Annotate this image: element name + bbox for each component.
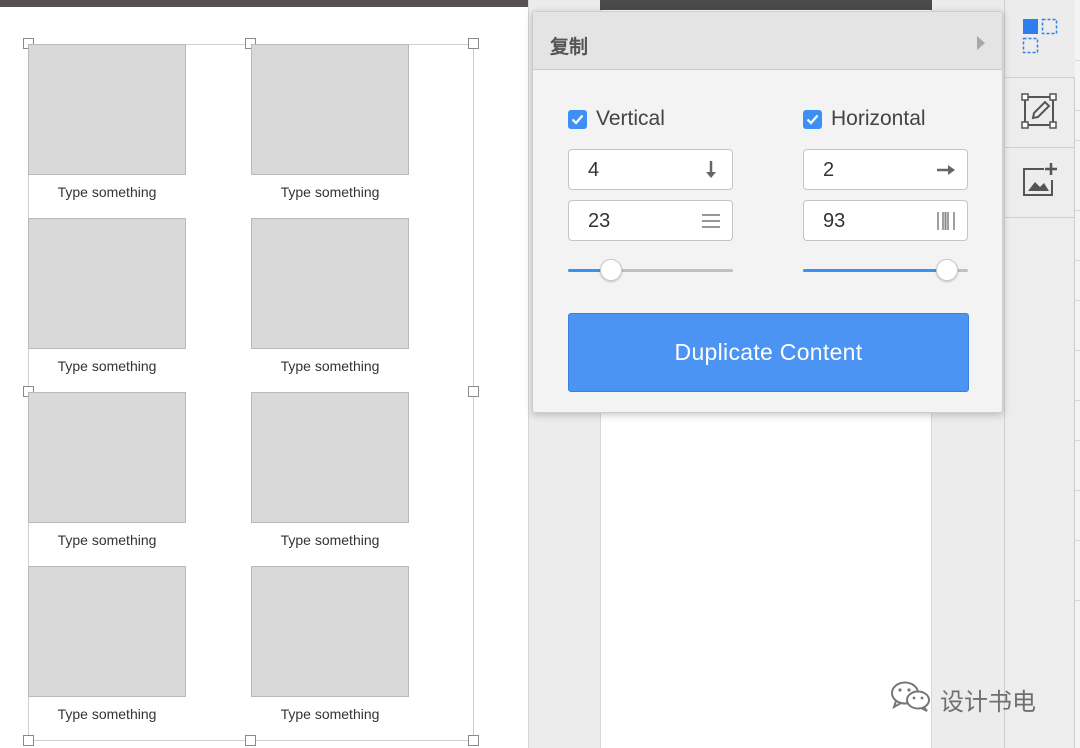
horizontal-checkbox[interactable] bbox=[803, 109, 822, 129]
vertical-count-field[interactable]: 4 bbox=[568, 149, 733, 190]
image-placeholder[interactable] bbox=[28, 392, 186, 523]
resize-handle[interactable] bbox=[468, 38, 479, 49]
add-image-tool[interactable] bbox=[1005, 148, 1075, 218]
edit-shape-tool[interactable] bbox=[1005, 78, 1075, 148]
horizontal-count-field[interactable]: 2 bbox=[803, 149, 968, 190]
vertical-toggle[interactable]: Vertical bbox=[568, 107, 665, 131]
duplicate-grid-icon bbox=[1021, 17, 1059, 60]
card-caption[interactable]: Type something bbox=[251, 706, 409, 722]
card-caption[interactable]: Type something bbox=[28, 358, 186, 374]
card-caption[interactable]: Type something bbox=[28, 184, 186, 200]
horizontal-spacing-slider[interactable] bbox=[803, 259, 968, 283]
vertical-spacing-value[interactable]: 23 bbox=[588, 210, 610, 233]
vertical-label: Vertical bbox=[596, 107, 665, 130]
panel-edge bbox=[1075, 0, 1080, 748]
canvas-top-bar bbox=[0, 0, 528, 7]
resize-handle[interactable] bbox=[468, 735, 479, 746]
image-placeholder[interactable] bbox=[28, 218, 186, 349]
add-image-icon bbox=[1020, 160, 1060, 205]
horizontal-spacing-field[interactable]: 93 bbox=[803, 200, 968, 241]
horizontal-count-value[interactable]: 2 bbox=[823, 159, 834, 182]
arrow-down-icon bbox=[700, 159, 722, 181]
checkmark-icon bbox=[571, 114, 584, 125]
image-placeholder[interactable] bbox=[251, 566, 409, 697]
horizontal-spacing-value[interactable]: 93 bbox=[823, 210, 845, 233]
resize-handle[interactable] bbox=[245, 735, 256, 746]
chevron-right-icon[interactable] bbox=[977, 36, 985, 50]
watermark: 设计书电 bbox=[890, 680, 1036, 718]
vertical-count-value[interactable]: 4 bbox=[588, 159, 599, 182]
image-placeholder[interactable] bbox=[28, 44, 186, 175]
horizontal-label: Horizontal bbox=[831, 107, 926, 130]
duplicate-panel: 复制 Vertical 4 23 Horizontal 2 93 Duplica… bbox=[532, 11, 1003, 413]
watermark-text: 设计书电 bbox=[940, 687, 1036, 716]
horizontal-lines-icon bbox=[700, 210, 722, 232]
vertical-lines-icon bbox=[935, 210, 957, 232]
vertical-spacing-field[interactable]: 23 bbox=[568, 200, 733, 241]
card-caption[interactable]: Type something bbox=[251, 184, 409, 200]
duplicate-content-button[interactable]: Duplicate Content bbox=[568, 313, 969, 392]
panel-title: 复制 bbox=[550, 36, 589, 58]
card-caption[interactable]: Type something bbox=[251, 358, 409, 374]
tool-rail bbox=[1005, 0, 1075, 748]
image-placeholder[interactable] bbox=[251, 44, 409, 175]
image-placeholder[interactable] bbox=[251, 218, 409, 349]
wechat-icon bbox=[890, 680, 940, 718]
vertical-spacing-slider[interactable] bbox=[568, 259, 733, 283]
artboard-top-bar bbox=[600, 0, 932, 10]
arrow-right-icon bbox=[935, 159, 957, 181]
checkmark-icon bbox=[806, 114, 819, 125]
duplicate-tool[interactable] bbox=[1005, 0, 1075, 78]
resize-handle[interactable] bbox=[468, 386, 479, 397]
card-caption[interactable]: Type something bbox=[28, 706, 186, 722]
resize-handle[interactable] bbox=[23, 735, 34, 746]
panel-header[interactable]: 复制 bbox=[533, 12, 1002, 70]
image-placeholder[interactable] bbox=[251, 392, 409, 523]
slider-fill bbox=[803, 269, 947, 272]
image-placeholder[interactable] bbox=[28, 566, 186, 697]
edit-shape-icon bbox=[1020, 90, 1060, 135]
card-caption[interactable]: Type something bbox=[251, 532, 409, 548]
slider-thumb[interactable] bbox=[599, 259, 622, 281]
card-caption[interactable]: Type something bbox=[28, 532, 186, 548]
vertical-checkbox[interactable] bbox=[568, 109, 587, 129]
slider-thumb[interactable] bbox=[935, 259, 958, 281]
horizontal-toggle[interactable]: Horizontal bbox=[803, 107, 926, 131]
